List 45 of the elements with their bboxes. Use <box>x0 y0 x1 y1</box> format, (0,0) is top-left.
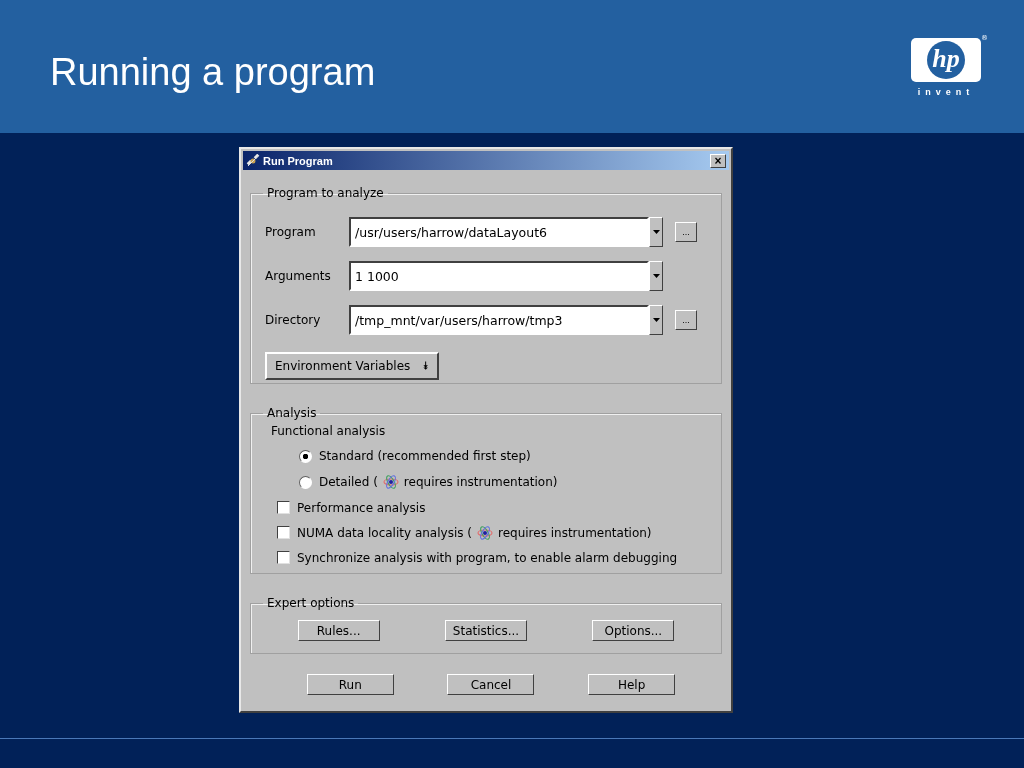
checkbox[interactable] <box>277 501 290 514</box>
dropdown-button[interactable] <box>649 261 663 291</box>
radio-button[interactable] <box>299 449 312 463</box>
checkbox[interactable] <box>277 551 290 564</box>
combo-field[interactable]: /usr/users/harrow/dataLayout6 <box>349 217 649 247</box>
group-title: Program to analyze <box>266 186 385 200</box>
dropdown-button[interactable] <box>649 305 663 335</box>
field-label: Directory <box>265 313 322 327</box>
option-note: requires instrumentation) <box>403 475 558 489</box>
group-title: Analysis <box>266 406 318 420</box>
environment-variables-button[interactable]: Environment Variables ⯯ <box>265 352 440 380</box>
section-label: Functional analysis <box>271 424 387 438</box>
dropdown-button[interactable] <box>649 217 663 247</box>
close-button[interactable]: × <box>710 153 726 168</box>
group-title: Expert options <box>266 596 356 610</box>
option-button[interactable]: Rules... <box>297 620 380 641</box>
option-label: Performance analysis <box>297 500 426 515</box>
checkbox[interactable] <box>277 526 290 539</box>
option-button[interactable]: Statistics... <box>445 620 527 641</box>
atom-icon <box>477 524 493 541</box>
option-label: NUMA data locality analysis ( <box>297 525 472 540</box>
option-label: Standard (recommended first step) <box>319 449 531 463</box>
caret-icon <box>652 318 660 322</box>
atom-icon <box>382 474 399 490</box>
slide-title: Running a program <box>50 50 376 94</box>
option-label: Detailed ( <box>319 475 378 489</box>
window-title: Run Program <box>263 154 334 167</box>
dialog-button[interactable]: Run <box>306 674 394 695</box>
field-label: Arguments <box>265 269 332 283</box>
caret-icon <box>652 274 660 278</box>
dialog-button[interactable]: Cancel <box>447 674 535 695</box>
combo-field[interactable]: 1 1000 <box>349 261 649 291</box>
dialog-button[interactable]: Help <box>588 674 676 695</box>
combo-field[interactable]: /tmp_mnt/var/users/harrow/tmp3 <box>349 305 649 335</box>
radio-button[interactable] <box>299 475 312 489</box>
browse-button[interactable]: ... <box>675 222 697 242</box>
option-button[interactable]: Options... <box>592 620 675 641</box>
logo-tagline: invent <box>917 87 975 97</box>
logo-mark: hp <box>927 41 965 79</box>
caret-icon <box>652 230 660 234</box>
field-label: Program <box>265 225 317 239</box>
option-label: Synchronize analysis with program, to enable alarm debugging <box>297 550 678 565</box>
browse-button[interactable]: ... <box>675 310 697 330</box>
satellite-icon <box>246 153 260 168</box>
option-note: requires instrumentation) <box>498 525 652 540</box>
